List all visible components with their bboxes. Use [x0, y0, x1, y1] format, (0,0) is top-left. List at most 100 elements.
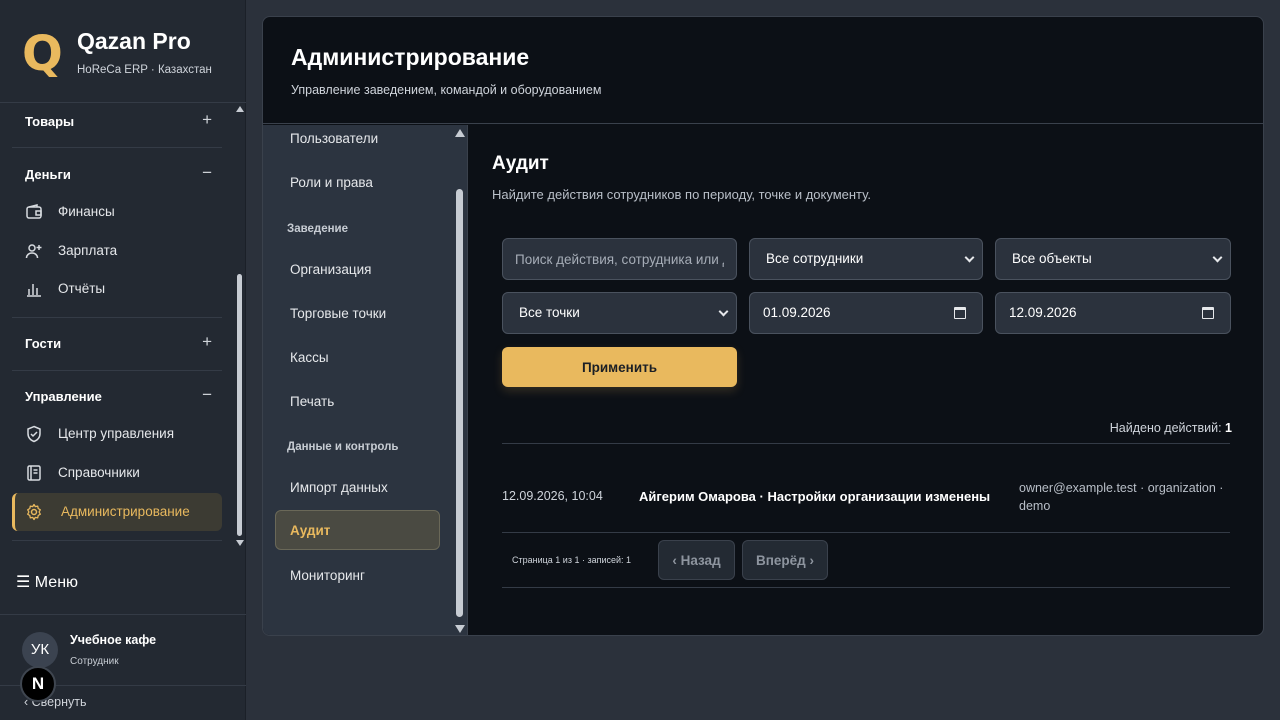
subnav-item-import[interactable]: Импорт данных — [290, 480, 388, 495]
audit-section: Аудит Найдите действия сотрудников по пе… — [469, 125, 1263, 635]
bar-chart-icon — [27, 284, 41, 297]
chevron-down-icon — [1212, 252, 1223, 263]
sidebar-item-label: Зарплата — [58, 243, 118, 258]
admin-subnav: Пользователи Роли и права Заведение Орга… — [263, 125, 468, 635]
group-label: Товары — [25, 114, 75, 129]
sidebar-item-control-center[interactable]: Центр управления — [12, 415, 222, 453]
page-subtitle: Управление заведением, командой и оборуд… — [291, 83, 602, 97]
sidebar: Q Qazan Pro HoReCa ERP · Казахстан Товар… — [0, 0, 246, 720]
subnav-item-print[interactable]: Печать — [290, 394, 334, 409]
subnav-item-users[interactable]: Пользователи — [290, 131, 378, 146]
scroll-thumb[interactable] — [237, 274, 242, 536]
dev-badge[interactable]: N — [20, 666, 56, 702]
section-title: Аудит — [492, 153, 549, 174]
subnav-section-venue: Заведение — [287, 223, 349, 235]
collapse-icon[interactable]: − — [202, 163, 212, 183]
avatar: УК — [22, 632, 58, 668]
subnav-item-organization[interactable]: Организация — [290, 262, 371, 277]
group-label: Гости — [25, 336, 62, 351]
group-label: Управление — [25, 389, 102, 404]
expand-icon[interactable]: + — [202, 332, 212, 352]
sidebar-item-administration[interactable]: Администрирование — [12, 493, 222, 531]
sidebar-item-reports[interactable]: Отчёты — [12, 270, 222, 308]
brand-name: Qazan Pro — [77, 28, 191, 54]
date-from-input[interactable]: 01.09.2026 — [749, 292, 983, 334]
scroll-thumb[interactable] — [456, 189, 463, 617]
scroll-down-icon[interactable] — [455, 625, 465, 633]
sidebar-item-label: Отчёты — [58, 281, 106, 296]
brand: Q Qazan Pro HoReCa ERP · Казахстан — [0, 0, 246, 103]
found-label: Найдено действий: — [1109, 421, 1222, 435]
next-page-button[interactable]: Вперёд › — [742, 540, 828, 580]
panel-header: Администрирование Управление заведением,… — [263, 17, 1263, 124]
select-value: Все точки — [519, 305, 580, 320]
select-value: Все сотрудники — [766, 251, 864, 266]
chevron-down-icon — [964, 252, 975, 263]
point-select[interactable]: Все точки — [502, 292, 737, 334]
date-value: 01.09.2026 — [763, 305, 831, 320]
subnav-item-label: Аудит — [290, 523, 331, 538]
row-meta-line: owner@example.test · organization · — [1019, 481, 1224, 495]
search-input[interactable] — [502, 238, 737, 280]
date-value: 12.09.2026 — [1009, 305, 1077, 320]
row-meta-line: demo — [1019, 499, 1051, 513]
sidebar-group-management[interactable]: Управление − — [12, 370, 222, 414]
sidebar-group-goods[interactable]: Товары + — [12, 104, 222, 148]
subnav-item-points[interactable]: Торговые точки — [290, 306, 386, 321]
menu-button[interactable]: ☰ Меню — [16, 572, 78, 592]
admin-panel: Администрирование Управление заведением,… — [262, 16, 1264, 636]
shield-check-icon — [27, 425, 41, 443]
sidebar-scrollbar[interactable] — [234, 104, 246, 548]
wallet-icon — [26, 204, 42, 219]
brand-subtitle: HoReCa ERP · Казахстан — [77, 64, 212, 76]
subnav-item-audit[interactable]: Аудит — [275, 510, 440, 550]
user-role: Сотрудник — [70, 656, 119, 667]
date-to-input[interactable]: 12.09.2026 — [995, 292, 1231, 334]
sidebar-item-salary[interactable]: Зарплата — [12, 232, 222, 270]
scroll-up-icon[interactable] — [236, 106, 244, 112]
row-meta: owner@example.test · organization · demo — [1019, 479, 1239, 515]
found-count: Найдено действий: 1 — [1110, 421, 1232, 435]
calendar-icon[interactable] — [1202, 307, 1214, 319]
divider — [502, 532, 1230, 533]
divider — [502, 443, 1230, 444]
subnav-section-data: Данные и контроль — [287, 441, 399, 453]
sidebar-item-label: Центр управления — [58, 426, 175, 441]
sidebar-item-label: Финансы — [58, 204, 115, 219]
group-label: Деньги — [25, 167, 71, 182]
sidebar-item-finance[interactable]: Финансы — [12, 193, 222, 231]
page-title: Администрирование — [291, 44, 530, 70]
scroll-down-icon[interactable] — [236, 540, 244, 546]
sidebar-item-label: Справочники — [58, 465, 140, 480]
row-summary: Айгерим Омарова · Настройки организации … — [639, 489, 991, 504]
chevron-down-icon — [718, 306, 729, 317]
divider — [502, 587, 1230, 588]
book-icon — [27, 465, 41, 481]
scroll-up-icon[interactable] — [455, 129, 465, 137]
sidebar-group-guests[interactable]: Гости + — [12, 317, 222, 370]
employee-select[interactable]: Все сотрудники — [749, 238, 983, 280]
select-value: Все объекты — [1012, 251, 1092, 266]
expand-icon[interactable]: + — [202, 110, 212, 130]
user-plus-icon — [25, 244, 42, 259]
sidebar-nav: Товары + Деньги − Финансы Зарплата Отчёт… — [0, 104, 234, 544]
divider — [12, 540, 222, 541]
subnav-scrollbar[interactable] — [453, 125, 465, 635]
brand-logo[interactable]: Q — [22, 30, 63, 78]
prev-page-button[interactable]: ‹ Назад — [658, 540, 735, 580]
apply-button[interactable]: Применить — [502, 347, 737, 387]
calendar-icon[interactable] — [954, 307, 966, 319]
row-timestamp: 12.09.2026, 10:04 — [502, 489, 603, 503]
gear-icon — [27, 503, 41, 521]
subnav-item-monitoring[interactable]: Мониторинг — [290, 568, 365, 583]
section-subtitle: Найдите действия сотрудников по периоду,… — [492, 187, 871, 202]
user-name: Учебное кафе — [70, 633, 157, 647]
sidebar-item-label: Администрирование — [61, 504, 190, 519]
subnav-item-registers[interactable]: Кассы — [290, 350, 329, 365]
sidebar-item-directories[interactable]: Справочники — [12, 454, 222, 492]
object-select[interactable]: Все объекты — [995, 238, 1231, 280]
collapse-icon[interactable]: − — [202, 385, 212, 405]
pager-info: Страница 1 из 1 · записей: 1 — [512, 555, 632, 565]
found-value: 1 — [1225, 421, 1232, 435]
subnav-item-roles[interactable]: Роли и права — [290, 175, 373, 190]
